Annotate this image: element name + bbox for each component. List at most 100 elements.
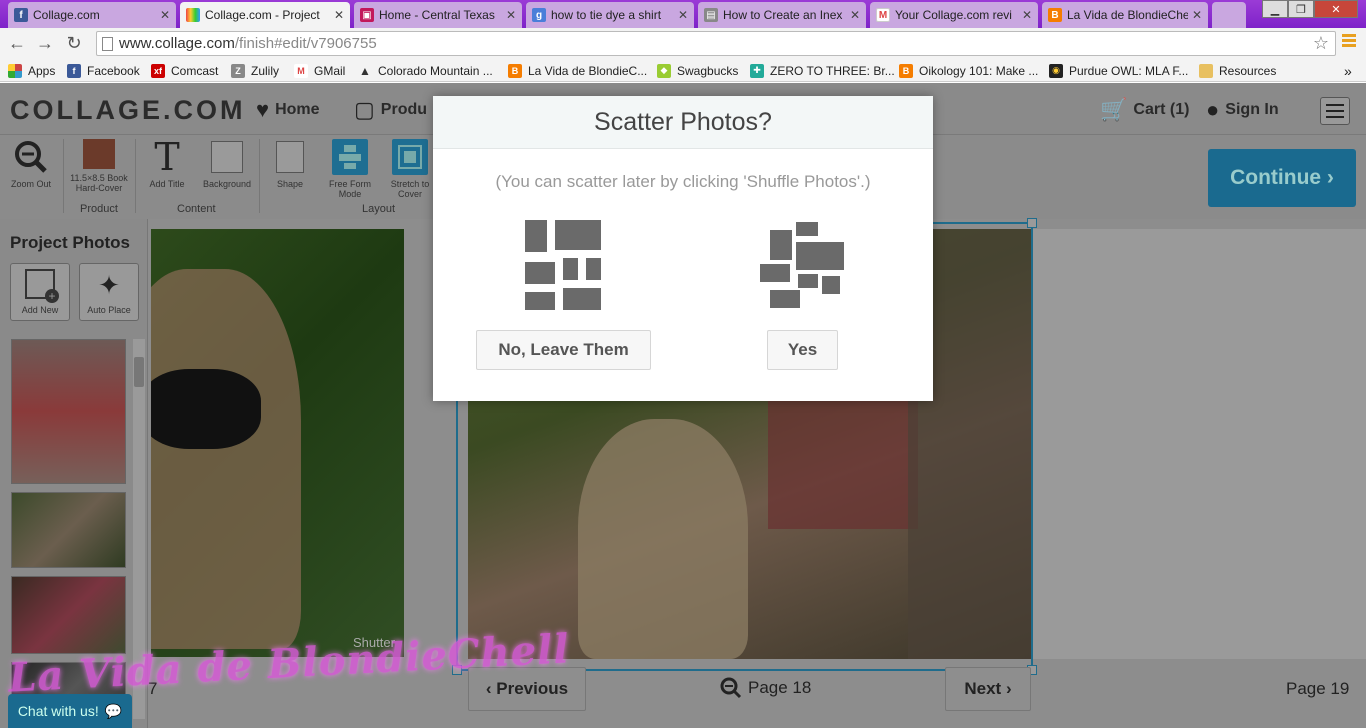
auto-place-button[interactable]: ✦ Auto Place — [79, 263, 139, 321]
bookmark-la-vida[interactable]: B La Vida de BlondieC... — [508, 62, 647, 79]
blogger-icon: B — [1048, 8, 1062, 22]
free-form-icon — [332, 139, 368, 175]
browser-tab[interactable]: B La Vida de BlondieChe ✕ — [1042, 2, 1208, 28]
background-button[interactable]: Background — [199, 139, 255, 189]
resize-handle[interactable] — [1027, 218, 1037, 228]
minimize-icon[interactable]: ▁ — [1262, 0, 1288, 18]
doc-icon: ▤ — [704, 8, 718, 22]
forward-arrow-icon[interactable]: → — [33, 32, 57, 54]
gift-icon: ▣ — [360, 8, 374, 22]
book-icon — [83, 139, 115, 169]
continue-button[interactable]: Continue › — [1208, 149, 1356, 207]
google-icon: g — [532, 8, 546, 22]
add-photo-icon: + — [25, 269, 59, 303]
bookmark-facebook[interactable]: f Facebook — [67, 62, 140, 79]
collage-logo[interactable]: COLLAGE.COM — [10, 95, 246, 126]
close-icon[interactable]: ✕ — [850, 8, 860, 22]
browser-tab-active[interactable]: Collage.com - Project ✕ — [180, 2, 350, 28]
background-icon — [209, 139, 245, 175]
bookmark-apps[interactable]: Apps — [8, 62, 55, 79]
reload-icon[interactable]: ↻ — [62, 32, 86, 54]
cart-link[interactable]: 🛒 Cart (1) — [1100, 97, 1189, 123]
browser-menu-icon[interactable] — [1342, 34, 1356, 50]
scrollbar-thumb[interactable] — [134, 357, 144, 387]
bookmark-resources-folder[interactable]: Resources — [1199, 62, 1276, 79]
tab-title: How to Create an Inex — [723, 8, 843, 22]
site-menu-icon[interactable] — [1320, 97, 1350, 125]
tab-title: Home - Central Texas — [379, 8, 495, 22]
bookmark-oikology[interactable]: B Oikology 101: Make ... — [899, 62, 1038, 79]
xfinity-icon: xf — [151, 63, 165, 78]
yes-scatter-button[interactable]: Yes — [767, 330, 838, 370]
tab-title: Collage.com - Project — [205, 8, 320, 22]
close-icon[interactable]: ✕ — [160, 8, 170, 22]
browser-tab[interactable]: ▤ How to Create an Inex ✕ — [698, 2, 866, 28]
photo-thumbnail[interactable] — [11, 492, 126, 568]
bookmark-comcast[interactable]: xf Comcast — [151, 62, 218, 79]
url-host: www.collage.com — [119, 35, 235, 52]
bookmark-zero-to-three[interactable]: ✚ ZERO TO THREE: Br... — [750, 62, 895, 79]
gmail-icon: M — [876, 8, 890, 22]
facebook-icon: f — [67, 63, 81, 78]
bookmark-colorado-mountain[interactable]: ▲ Colorado Mountain ... — [358, 62, 493, 79]
home-link[interactable]: ♥ Home — [256, 97, 320, 123]
add-new-photo-button[interactable]: + Add New — [10, 263, 70, 321]
sidebar-title: Project Photos — [10, 233, 130, 252]
close-icon[interactable]: ✕ — [1192, 8, 1202, 22]
tab-title: Collage.com — [33, 8, 100, 22]
close-icon[interactable]: ✕ — [1022, 8, 1032, 22]
right-page[interactable] — [1032, 229, 1366, 659]
cart-icon: 🛒 — [1100, 97, 1128, 122]
close-icon[interactable]: ✕ — [678, 8, 688, 22]
tab-title: Your Collage.com revi — [895, 8, 1012, 22]
url-path: /finish#edit/v7906755 — [234, 35, 377, 52]
products-link[interactable]: ▢ Produ — [354, 97, 427, 123]
mountain-icon: ▲ — [359, 63, 371, 78]
free-form-mode-button[interactable]: Free Form Mode — [325, 139, 375, 199]
window-close-icon[interactable]: ✕ — [1314, 0, 1358, 18]
product-book-button[interactable]: 11.5×8.5 Book Hard-Cover — [70, 139, 128, 193]
back-arrow-icon[interactable]: ← — [5, 32, 29, 54]
browser-tab[interactable]: ▣ Home - Central Texas ✕ — [354, 2, 522, 28]
current-page-label: Page 18 — [748, 678, 812, 697]
bookmark-purdue-owl[interactable]: ◉ Purdue OWL: MLA F... — [1049, 62, 1188, 79]
next-page-button[interactable]: Next › — [945, 667, 1031, 711]
restore-icon[interactable]: ❐ — [1288, 0, 1314, 18]
address-bar[interactable]: www.collage.com/finish#edit/v7906755 ☆ — [96, 31, 1336, 56]
chat-bubble-icon: 💬 — [104, 702, 123, 719]
stretch-to-cover-button[interactable]: Stretch to Cover — [386, 139, 434, 199]
photo-thumbnail[interactable] — [11, 339, 126, 484]
zoom-out-icon — [13, 139, 49, 175]
no-leave-them-button[interactable]: No, Leave Them — [476, 330, 651, 370]
products-icon: ▢ — [354, 97, 375, 122]
product-group-label: Product — [80, 203, 118, 215]
new-tab-button[interactable] — [1212, 2, 1246, 28]
magic-wand-icon: ✦ — [98, 270, 120, 300]
sign-in-link[interactable]: ● Sign In — [1206, 97, 1279, 123]
close-icon[interactable]: ✕ — [334, 8, 344, 22]
bookmark-zulily[interactable]: Z Zulily — [231, 62, 279, 79]
page-indicator[interactable]: Page 18 — [720, 677, 811, 699]
swagbucks-icon: ◆ — [657, 63, 671, 78]
bookmark-gmail[interactable]: M GMail — [294, 62, 345, 79]
left-page-photo[interactable]: Shutter — [151, 229, 404, 657]
browser-tab[interactable]: M Your Collage.com revi ✕ — [870, 2, 1038, 28]
browser-tab[interactable]: g how to tie dye a shirt ✕ — [526, 2, 694, 28]
blogger-icon: B — [899, 63, 913, 78]
next-page-label: Page 19 — [1286, 679, 1350, 698]
bookmark-swagbucks[interactable]: ◆ Swagbucks — [657, 62, 738, 79]
text-icon: T — [154, 135, 180, 179]
browser-tab[interactable]: f Collage.com ✕ — [8, 2, 176, 28]
close-icon[interactable]: ✕ — [506, 8, 516, 22]
bookmarks-overflow-icon[interactable]: » — [1344, 62, 1352, 79]
photo-thumbnail[interactable] — [11, 576, 126, 654]
zoom-out-button[interactable]: Zoom Out — [8, 139, 54, 189]
apps-grid-icon — [8, 63, 22, 78]
shape-button[interactable]: Shape — [267, 139, 313, 189]
zulily-icon: Z — [231, 63, 245, 78]
add-title-button[interactable]: T Add Title — [143, 135, 191, 189]
layout-group-label: Layout — [362, 203, 396, 215]
chat-button[interactable]: Chat with us! 💬 — [8, 694, 132, 728]
page-icon — [102, 37, 113, 51]
bookmark-star-icon[interactable]: ☆ — [1313, 33, 1329, 54]
